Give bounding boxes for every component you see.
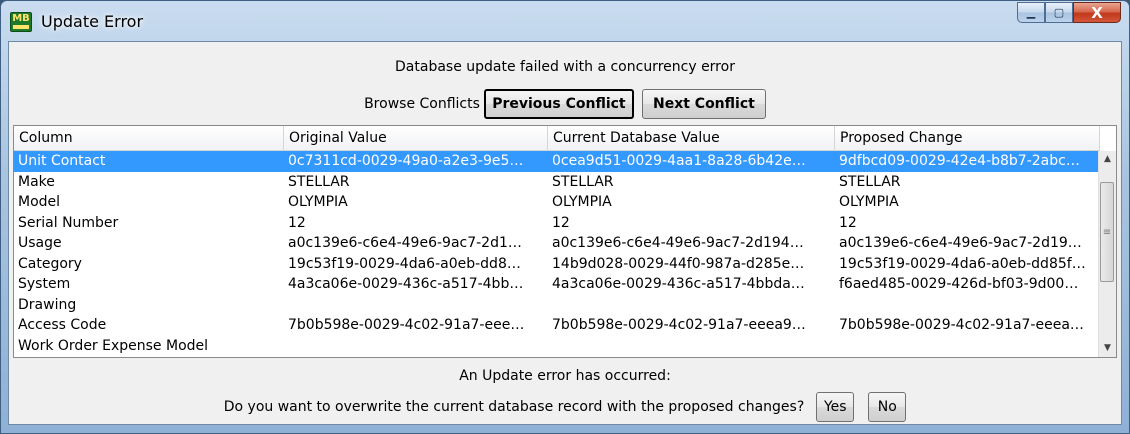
table-cell: OLYMPIA	[839, 194, 899, 210]
table-cell: Usage	[18, 235, 62, 251]
table-cell: STELLAR	[552, 173, 614, 190]
table-cell: System	[18, 276, 71, 292]
table-cell: Unit Contact	[18, 153, 106, 169]
table-cell	[548, 336, 835, 357]
table-row[interactable]: Model OLYMPIA OLYMPIA OLYMPIA	[14, 192, 1100, 213]
scroll-up-arrow-icon[interactable]: ▲	[1099, 151, 1116, 168]
table-cell: 19c53f19-0029-4da6-a0eb-dd8…	[288, 255, 521, 272]
maximize-icon: ▢	[1053, 6, 1065, 19]
table-cell	[548, 295, 835, 316]
close-icon: X	[1091, 3, 1103, 22]
table-cell: Drawing	[18, 296, 77, 313]
grid-header: Column Original Value Current Database V…	[14, 126, 1100, 151]
scroll-grip-icon: ≡	[1102, 226, 1112, 238]
maximize-button[interactable]: ▢	[1045, 2, 1073, 23]
header-message: Database update failed with a concurrenc…	[395, 59, 735, 75]
browse-conflicts-label: Browse Conflicts	[364, 96, 480, 112]
vertical-scrollbar[interactable]: ▲ ≡ ▼	[1098, 151, 1116, 357]
grid-rows: Unit Contact 0c7311cd-0029-49a0-a2e3-9e5……	[14, 151, 1100, 356]
table-cell: 0c7311cd-0029-49a0-a2e3-9e5…	[288, 153, 524, 169]
table-cell: 12	[288, 214, 306, 231]
dialog-client-area: Database update failed with a concurrenc…	[8, 41, 1122, 425]
table-cell: OLYMPIA	[552, 194, 612, 210]
table-cell: Serial Number	[18, 214, 119, 231]
table-cell: a0c139e6-c6e4-49e6-9ac7-2d19…	[839, 235, 1082, 251]
table-row[interactable]: Access Code 7b0b598e-0029-4c02-91a7-eee… 7…	[14, 315, 1100, 336]
table-cell: Make	[18, 173, 55, 190]
table-cell: 4a3ca06e-0029-436c-a517-4bbda…	[552, 276, 805, 292]
app-icon-text: MB	[12, 13, 30, 24]
table-cell	[284, 295, 548, 316]
table-cell: a0c139e6-c6e4-49e6-9ac7-2d1…	[288, 235, 522, 251]
caption-buttons: ▁ ▢ X	[1017, 2, 1121, 24]
table-cell: a0c139e6-c6e4-49e6-9ac7-2d194…	[552, 235, 804, 251]
column-header-current-database-value[interactable]: Current Database Value	[548, 126, 835, 150]
table-cell: Work Order Expense Model	[18, 337, 209, 354]
table-cell: 19c53f19-0029-4da6-a0eb-dd85f…	[839, 255, 1086, 272]
table-cell: 4a3ca06e-0029-436c-a517-4bb…	[288, 276, 524, 292]
confirm-row: Do you want to overwrite the current dat…	[9, 392, 1121, 422]
table-cell: Access Code	[18, 317, 107, 333]
update-error-message: An Update error has occurred:	[459, 368, 671, 384]
window-title: Update Error	[41, 12, 144, 31]
table-row[interactable]: System 4a3ca06e-0029-436c-a517-4bb… 4a3ca0…	[14, 274, 1100, 295]
table-row[interactable]: Usage a0c139e6-c6e4-49e6-9ac7-2d1… a0c139e…	[14, 233, 1100, 254]
overwrite-question: Do you want to overwrite the current dat…	[223, 399, 805, 415]
table-cell	[284, 336, 548, 357]
minimize-button[interactable]: ▁	[1017, 2, 1045, 23]
next-conflict-button[interactable]: Next Conflict	[641, 89, 766, 119]
table-cell: 7b0b598e-0029-4c02-91a7-eeea…	[839, 317, 1084, 333]
scroll-thumb[interactable]: ≡	[1100, 182, 1114, 282]
column-header-proposed-change[interactable]: Proposed Change	[835, 126, 1100, 150]
table-cell: Category	[18, 255, 82, 272]
table-cell: Model	[18, 194, 61, 210]
table-cell: 0cea9d51-0029-4aa1-8a28-6b42e…	[552, 153, 806, 169]
close-button[interactable]: X	[1073, 2, 1121, 23]
table-cell	[835, 336, 1100, 357]
table-cell: STELLAR	[288, 173, 350, 190]
no-button[interactable]: No	[868, 392, 907, 422]
conflict-grid[interactable]: Column Original Value Current Database V…	[13, 125, 1117, 358]
table-row[interactable]: Work Order Expense Model	[14, 336, 1100, 357]
table-cell: 9dfbcd09-0029-42e4-b8b7-2abc…	[839, 153, 1080, 169]
column-header-original-value[interactable]: Original Value	[284, 126, 548, 150]
table-row[interactable]: Category 19c53f19-0029-4da6-a0eb-dd8… 14b9…	[14, 254, 1100, 275]
browse-conflicts-row: Browse Conflicts Previous Conflict Next …	[9, 89, 1121, 119]
table-row[interactable]: Make STELLAR STELLAR STELLAR	[14, 172, 1100, 193]
table-cell: 7b0b598e-0029-4c02-91a7-eeea9…	[552, 317, 806, 333]
previous-conflict-button[interactable]: Previous Conflict	[483, 89, 634, 119]
update-error-window: MB Update Error ▁ ▢ X Database update fa…	[0, 0, 1130, 434]
title-bar[interactable]: MB Update Error ▁ ▢ X	[1, 1, 1129, 41]
table-cell: f6aed485-0029-426d-bf03-9d00…	[839, 276, 1079, 292]
column-header-column[interactable]: Column	[14, 126, 284, 150]
table-cell: STELLAR	[839, 173, 901, 190]
minimize-icon: ▁	[1026, 6, 1036, 19]
table-cell	[835, 295, 1100, 316]
table-cell: 7b0b598e-0029-4c02-91a7-eee…	[288, 317, 525, 333]
table-cell: 14b9d028-0029-44f0-987a-d285e…	[552, 255, 805, 272]
table-cell: 12	[552, 214, 570, 231]
scroll-down-arrow-icon[interactable]: ▼	[1099, 340, 1116, 357]
table-cell: OLYMPIA	[288, 194, 348, 210]
table-row[interactable]: Unit Contact 0c7311cd-0029-49a0-a2e3-9e5……	[14, 151, 1100, 172]
table-cell: 12	[839, 214, 857, 231]
app-icon[interactable]: MB	[10, 12, 32, 32]
table-row[interactable]: Drawing	[14, 295, 1100, 316]
table-row[interactable]: Serial Number 12 12 12	[14, 213, 1100, 234]
yes-button[interactable]: Yes	[816, 392, 855, 422]
